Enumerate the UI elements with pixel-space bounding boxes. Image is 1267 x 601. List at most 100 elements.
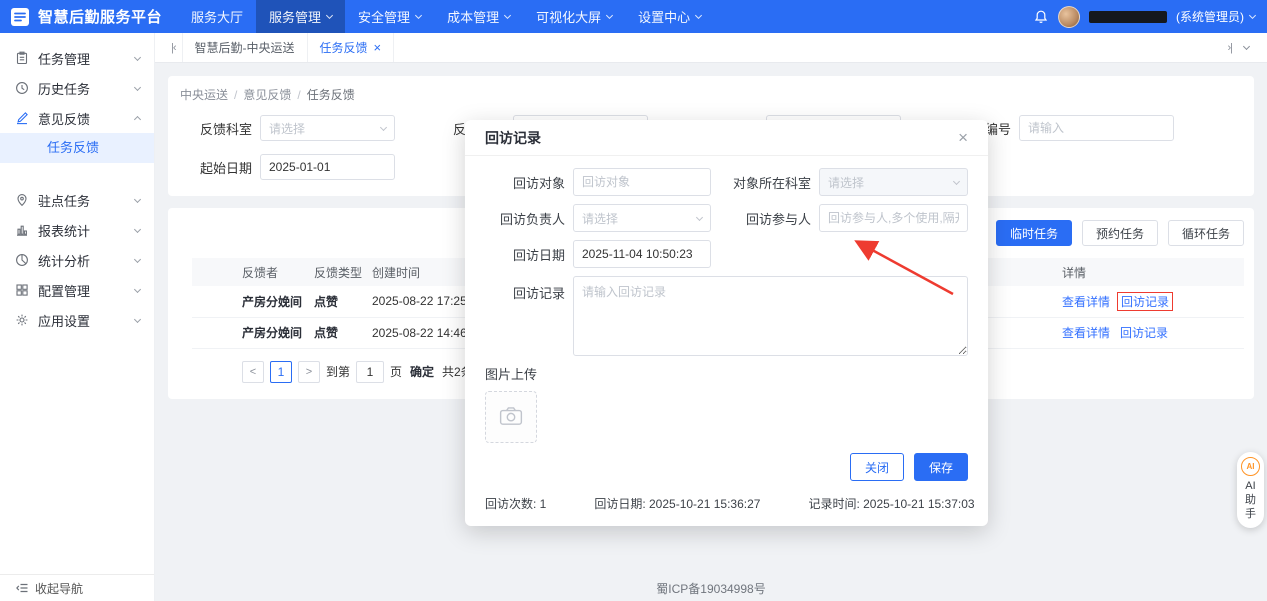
chevron-down-icon [133,195,142,203]
visit-record-link[interactable]: 回访记录 [1120,326,1168,340]
collapse-nav-button[interactable]: 收起导航 [0,574,154,601]
sidebar-item-task-mgmt[interactable]: 任务管理 [0,43,154,73]
camera-icon [499,406,523,429]
user-menu[interactable]: (系统管理员) [1176,8,1257,25]
visit-date-info: 回访日期: 2025-10-21 15:36:27 [594,497,761,511]
topnav-item-settings-center[interactable]: 设置中心 [625,0,714,33]
app-logo-icon [10,7,30,27]
breadcrumb-item-feedback[interactable]: 意见反馈 [243,88,291,102]
breadcrumb-separator [234,88,237,102]
topnav-item-big-screen[interactable]: 可视化大屏 [523,0,625,33]
sidebar-item-app-settings[interactable]: 应用设置 [0,305,154,335]
target-dept-select[interactable]: 请选择 [819,168,968,196]
view-detail-link[interactable]: 查看详情 [1062,295,1110,309]
sidebar-nav: 任务管理 历史任务 意见反馈 任务反馈 驻点任务 报表统计 统计分析 配置管理 … [0,33,154,574]
visit-owner-label: 回访负责人 [499,211,565,227]
chevron-down-icon [133,285,142,293]
target-dept-label: 对象所在科室 [732,175,811,191]
username-redacted [1089,10,1167,23]
visit-count: 回访次数: 1 [485,497,547,511]
modal-save-button[interactable]: 保存 [913,453,968,481]
col-feedback-type: 反馈类型 [306,258,364,286]
tab-central-transport[interactable]: 智慧后勤-中央运送 [181,33,308,62]
breadcrumb-separator [297,88,300,102]
gear-icon [15,313,29,327]
temp-task-button[interactable]: 临时任务 [995,220,1072,246]
visit-record-label: 回访记录 [512,286,565,301]
filter-dept-label: 反馈科室 [199,121,252,137]
visit-date-input[interactable] [573,240,711,268]
view-detail-link[interactable]: 查看详情 [1062,326,1110,340]
breadcrumb-item-central-transport[interactable]: 中央运送 [180,88,228,102]
visit-participants-input[interactable] [819,204,968,232]
chevron-down-icon [415,11,423,19]
pie-chart-icon [15,253,29,267]
tab-close-icon[interactable] [374,41,382,54]
topbar-right: (系统管理员) [1033,5,1257,28]
chevron-down-icon [133,315,142,323]
ai-assistant-label: AI助手 [1245,480,1256,520]
visit-record-textarea[interactable] [573,276,968,356]
pagination-confirm-button[interactable]: 确定 [410,363,434,380]
topnav-item-cost-mgmt[interactable]: 成本管理 [434,0,523,33]
chevron-down-icon [695,213,704,221]
col-detail: 详情 [1054,258,1244,286]
topnav-item-service-mgmt[interactable]: 服务管理 [256,0,346,33]
col-feedbacker: 反馈者 [192,258,306,286]
sidebar-item-station-tasks[interactable]: 驻点任务 [0,185,154,215]
clock-icon [15,81,29,95]
visit-record-link[interactable]: 回访记录 [1121,295,1169,309]
map-pin-icon [15,193,29,207]
chevron-down-icon [606,11,614,19]
visit-record-modal: 回访记录 回访对象 对象所在科室 请选择 回访负责人 请选择 回访参与人 回访日… [465,120,988,526]
notification-bell-icon[interactable] [1033,9,1049,25]
sidebar-item-config-mgmt[interactable]: 配置管理 [0,275,154,305]
ai-assistant-icon: AI [1241,457,1260,476]
tabs-scroll-left-icon[interactable] [165,42,182,54]
visit-owner-select[interactable]: 请选择 [573,204,711,232]
visit-target-label: 回访对象 [512,175,565,191]
pagination-prev-icon[interactable] [242,360,264,383]
sidebar-item-report-stats[interactable]: 报表统计 [0,215,154,245]
sidebar-item-stats-analysis[interactable]: 统计分析 [0,245,154,275]
tabs-scroll-right-icon[interactable] [1221,42,1238,54]
clipboard-icon [15,51,29,65]
tab-task-feedback[interactable]: 任务反馈 [308,33,395,62]
chevron-down-icon [1248,11,1257,19]
reserved-task-button[interactable]: 预约任务 [1081,220,1158,246]
visit-participant-label: 回访参与人 [745,211,811,227]
user-role-label: (系统管理员) [1176,10,1244,24]
filter-dept-select[interactable]: 请选择 [260,115,395,141]
image-upload-box[interactable] [485,391,537,443]
chevron-up-icon [133,115,142,124]
breadcrumb: 中央运送 意见反馈 任务反馈 [180,86,1230,103]
modal-close-icon[interactable] [958,129,968,146]
pagination-goto-input[interactable] [356,360,385,383]
sidebar: 任务管理 历史任务 意见反馈 任务反馈 驻点任务 报表统计 统计分析 配置管理 … [0,33,155,601]
record-time-info: 记录时间: 2025-10-21 15:37:03 [808,497,975,511]
edit-icon [15,111,29,125]
grid-icon [15,283,29,297]
ai-assistant-widget[interactable]: AI AI助手 [1237,452,1264,528]
topnav-item-service-hall[interactable]: 服务大厅 [178,0,256,33]
chevron-down-icon [133,53,142,61]
user-avatar[interactable] [1058,5,1080,28]
tabs-dropdown-icon[interactable] [1242,42,1251,51]
chevron-down-icon [952,177,961,185]
pagination-page-button[interactable]: 1 [270,360,292,383]
filter-taskno-input[interactable] [1019,115,1174,141]
sidebar-item-feedback[interactable]: 意见反馈 [0,103,154,133]
chevron-down-icon [504,11,512,19]
app-title: 智慧后勤服务平台 [38,9,163,26]
pagination-next-icon[interactable] [298,360,320,383]
recurring-task-button[interactable]: 循环任务 [1167,220,1244,246]
bar-chart-icon [15,223,29,237]
topnav-item-safety-mgmt[interactable]: 安全管理 [345,0,434,33]
filter-startdate-input[interactable] [260,154,395,180]
sidebar-subitem-task-feedback[interactable]: 任务反馈 [0,133,154,163]
breadcrumb-item-task-feedback: 任务反馈 [306,88,355,102]
sidebar-item-history-tasks[interactable]: 历史任务 [0,73,154,103]
chevron-down-icon [326,11,334,19]
modal-close-button[interactable]: 关闭 [849,453,904,481]
visit-target-input[interactable] [573,168,711,196]
